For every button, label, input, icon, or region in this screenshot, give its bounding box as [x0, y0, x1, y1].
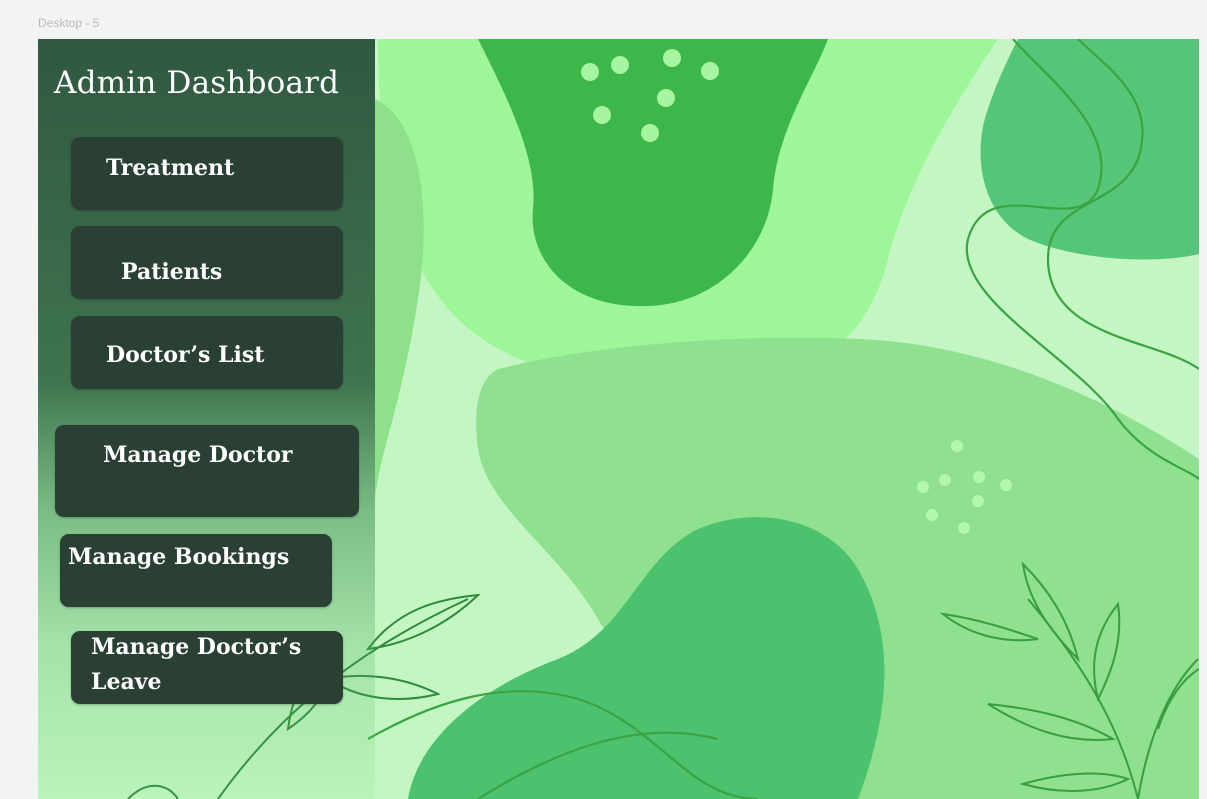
sidebar: Admin Dashboard Treatment Patients Docto…: [38, 39, 375, 799]
nav-button-doctors-list[interactable]: Doctor’s List: [71, 316, 343, 389]
nav-button-doctors-list-label: Doctor’s List: [106, 342, 265, 368]
nav-button-manage-bookings[interactable]: Manage Bookings: [60, 534, 332, 607]
nav-button-manage-doctor-label: Manage Doctor: [103, 442, 293, 468]
nav-button-manage-bookings-label: Manage Bookings: [68, 544, 290, 570]
nav-button-patients[interactable]: Patients: [71, 226, 343, 299]
blob-mid-right: [980, 39, 1199, 260]
nav-button-manage-doctors-leave[interactable]: Manage Doctor’s Leave: [71, 631, 343, 704]
nav-button-patients-label: Patients: [121, 259, 223, 285]
nav-button-treatment[interactable]: Treatment: [71, 137, 343, 210]
dashboard-title: Admin Dashboard: [54, 65, 340, 101]
nav-button-manage-doctor[interactable]: Manage Doctor: [55, 425, 359, 517]
dashboard-canvas: Admin Dashboard Treatment Patients Docto…: [38, 39, 1199, 799]
nav-button-manage-doctors-leave-label: Manage Doctor’s: [91, 634, 302, 660]
frame-label: Desktop - 5: [38, 16, 100, 30]
nav-button-treatment-label: Treatment: [106, 155, 235, 181]
nav-button-manage-doctors-leave-label-line2: Leave: [91, 669, 162, 695]
